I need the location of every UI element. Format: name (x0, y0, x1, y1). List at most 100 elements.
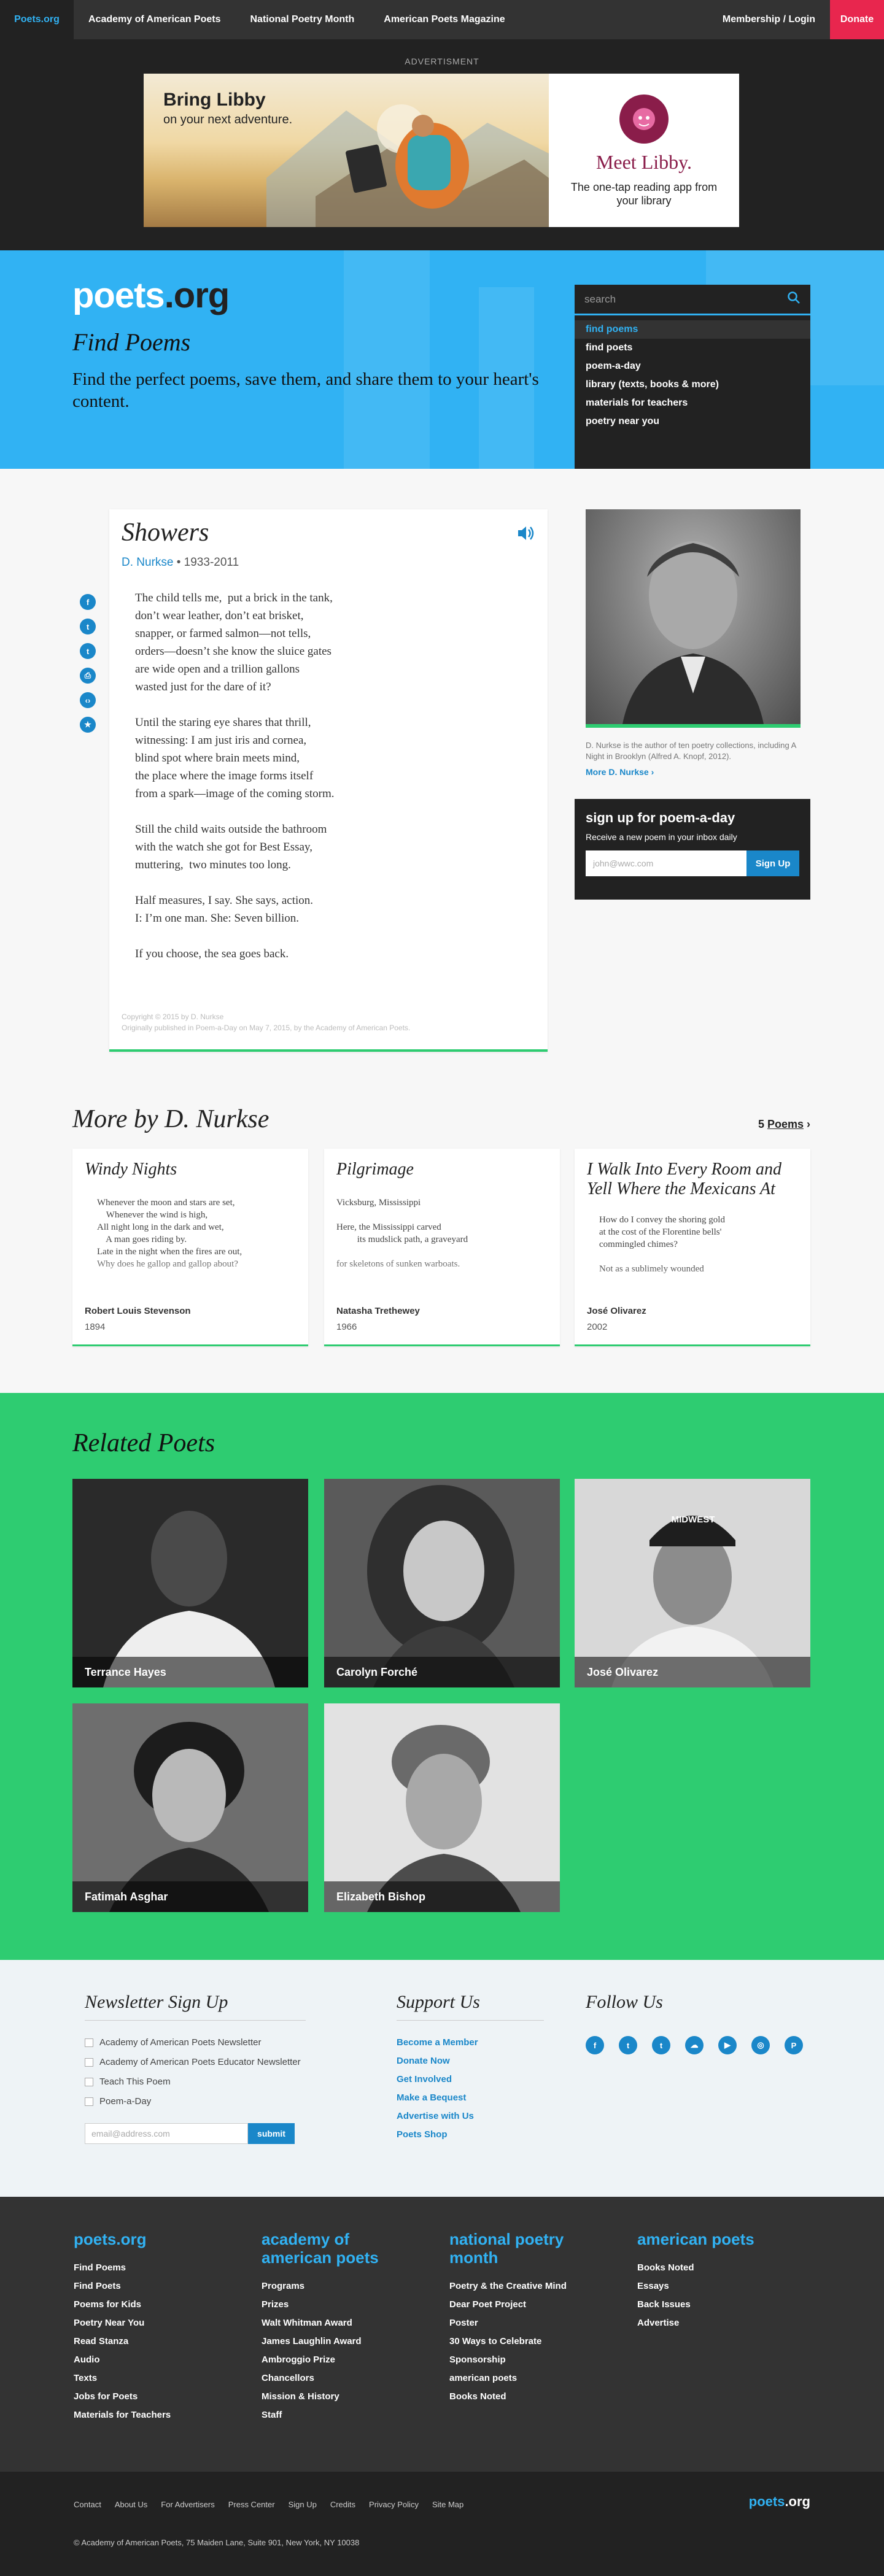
instagram-icon[interactable]: ◎ (751, 2036, 770, 2054)
footer-bottom-link[interactable]: For Advertisers (161, 2500, 214, 2509)
footer-link[interactable]: Find Poets (74, 2280, 233, 2293)
footer-link[interactable]: Walt Whitman Award (262, 2317, 421, 2329)
author-link[interactable]: D. Nurkse (122, 556, 173, 569)
poem-a-day-email-input[interactable]: john@wwc.com (586, 850, 747, 876)
footer-bottom-link[interactable]: Privacy Policy (369, 2500, 419, 2509)
search-option-find-poets[interactable]: find poets (575, 339, 810, 357)
footer-link[interactable]: James Laughlin Award (262, 2335, 421, 2348)
related-poet-card[interactable]: Fatimah Asghar (72, 1703, 308, 1912)
newsletter-option[interactable]: Teach This Poem (85, 2077, 171, 2087)
footer-link[interactable]: Sponsorship (449, 2354, 609, 2366)
search-option-find-poems[interactable]: find poems (575, 320, 810, 339)
footer-link[interactable]: Essays (637, 2280, 797, 2293)
footer-link[interactable]: Prizes (262, 2299, 421, 2311)
search-input[interactable]: search (575, 285, 810, 315)
footer-bottom-link[interactable]: About Us (115, 2500, 147, 2509)
twitter-icon[interactable]: t (619, 2036, 637, 2054)
checkbox[interactable] (85, 2077, 93, 2086)
support-link[interactable]: Donate Now (397, 2056, 450, 2066)
nav-magazine[interactable]: American Poets Magazine (369, 0, 519, 39)
newsletter-submit-button[interactable]: submit (248, 2123, 295, 2144)
footer-link[interactable]: Ambroggio Prize (262, 2354, 421, 2366)
footer-logo[interactable]: poets.org (749, 2494, 810, 2510)
facebook-share-icon[interactable]: f (80, 594, 96, 610)
related-poet-card[interactable]: MIDWEST José Olivarez (575, 1479, 810, 1687)
pinterest-icon[interactable]: P (785, 2036, 803, 2054)
search-option-near-you[interactable]: poetry near you (575, 412, 810, 431)
newsletter-option[interactable]: Academy of American Poets Educator Newsl… (85, 2057, 301, 2067)
search-icon[interactable] (787, 291, 801, 307)
support-link[interactable]: Advertise with Us (397, 2111, 474, 2121)
audio-icon[interactable] (517, 525, 535, 544)
footer-link[interactable]: Poetry & the Creative Mind (449, 2280, 609, 2293)
search-option-poem-a-day[interactable]: poem-a-day (575, 357, 810, 376)
ad-banner[interactable]: Bring Libby on your next adventure. Meet… (144, 74, 739, 227)
checkbox[interactable] (85, 2038, 93, 2047)
tumblr-share-icon[interactable]: t (80, 643, 96, 659)
footer-link[interactable]: Chancellors (262, 2372, 421, 2385)
footer-bottom-link[interactable]: Credits (330, 2500, 355, 2509)
footer-link[interactable]: Books Noted (449, 2391, 609, 2403)
related-poet-card[interactable]: Carolyn Forché (324, 1479, 560, 1687)
more-poem-card[interactable]: Windy Nights Whenever the moon and stars… (72, 1149, 308, 1346)
poem-a-day-signup-button[interactable]: Sign Up (746, 850, 799, 876)
facebook-icon[interactable]: f (586, 2036, 604, 2054)
footer-link[interactable]: Audio (74, 2354, 233, 2366)
footer-link[interactable]: Jobs for Poets (74, 2391, 233, 2403)
footer-link[interactable]: Staff (262, 2409, 421, 2421)
checkbox[interactable] (85, 2057, 93, 2067)
support-link[interactable]: Make a Bequest (397, 2092, 466, 2103)
footer-link[interactable]: Programs (262, 2280, 421, 2293)
more-author-link[interactable]: More D. Nurkse › (586, 767, 654, 777)
footer-link[interactable]: Poetry Near You (74, 2317, 233, 2329)
footer-bottom-link[interactable]: Contact (74, 2500, 101, 2509)
related-poet-card[interactable]: Terrance Hayes (72, 1479, 308, 1687)
print-icon[interactable]: ⎙ (80, 668, 96, 684)
embed-icon[interactable]: ‹› (80, 692, 96, 708)
newsletter-option[interactable]: Academy of American Poets Newsletter (85, 2037, 261, 2048)
footer-bottom-link[interactable]: Press Center (228, 2500, 275, 2509)
support-link[interactable]: Get Involved (397, 2074, 452, 2084)
related-poet-card[interactable]: Elizabeth Bishop (324, 1703, 560, 1912)
footer-link[interactable]: Read Stanza (74, 2335, 233, 2348)
footer-link[interactable]: 30 Ways to Celebrate (449, 2335, 609, 2348)
soundcloud-icon[interactable]: ☁ (685, 2036, 704, 2054)
more-poems-link[interactable]: 5 Poems › (758, 1118, 810, 1131)
bookmark-icon[interactable]: ★ (80, 717, 96, 733)
newsletter-option[interactable]: Poem-a-Day (85, 2096, 151, 2107)
footer-link[interactable]: Poster (449, 2317, 609, 2329)
footer-link[interactable]: Texts (74, 2372, 233, 2385)
membership-login-link[interactable]: Membership / Login (708, 0, 830, 39)
footer-link[interactable]: Back Issues (637, 2299, 797, 2311)
footer-link[interactable]: Advertise (637, 2317, 797, 2329)
search-option-library[interactable]: library (texts, books & more) (575, 376, 810, 394)
search-option-teachers[interactable]: materials for teachers (575, 394, 810, 412)
footer-column-heading[interactable]: poets.org (74, 2230, 233, 2248)
footer-link[interactable]: Poems for Kids (74, 2299, 233, 2311)
footer-link[interactable]: american poets (449, 2372, 609, 2385)
more-poem-card[interactable]: I Walk Into Every Room and Yell Where th… (575, 1149, 810, 1346)
footer-link[interactable]: Books Noted (637, 2262, 797, 2274)
footer-column-heading[interactable]: national poetry month (449, 2230, 609, 2267)
hero-brand-b: .org (164, 276, 230, 315)
footer-link[interactable]: Find Poems (74, 2262, 233, 2274)
footer-link[interactable]: Materials for Teachers (74, 2409, 233, 2421)
site-logo-link[interactable]: Poets.org (0, 0, 74, 39)
twitter-share-icon[interactable]: t (80, 619, 96, 634)
tumblr-icon[interactable]: t (652, 2036, 670, 2054)
donate-button[interactable]: Donate (830, 0, 884, 39)
nav-poetry-month[interactable]: National Poetry Month (235, 0, 369, 39)
youtube-icon[interactable]: ▶ (718, 2036, 737, 2054)
nav-academy[interactable]: Academy of American Poets (74, 0, 235, 39)
footer-column-heading[interactable]: american poets (637, 2230, 797, 2248)
checkbox[interactable] (85, 2097, 93, 2106)
support-link[interactable]: Poets Shop (397, 2129, 448, 2140)
newsletter-email-input[interactable]: email@address.com (85, 2123, 248, 2144)
footer-link[interactable]: Mission & History (262, 2391, 421, 2403)
footer-bottom-link[interactable]: Sign Up (289, 2500, 317, 2509)
more-poem-card[interactable]: Pilgrimage Vicksburg, Mississippi Here, … (324, 1149, 560, 1346)
footer-column-heading[interactable]: academy of american poets (262, 2230, 421, 2267)
footer-bottom-link[interactable]: Site Map (432, 2500, 463, 2509)
support-link[interactable]: Become a Member (397, 2037, 478, 2048)
footer-link[interactable]: Dear Poet Project (449, 2299, 609, 2311)
